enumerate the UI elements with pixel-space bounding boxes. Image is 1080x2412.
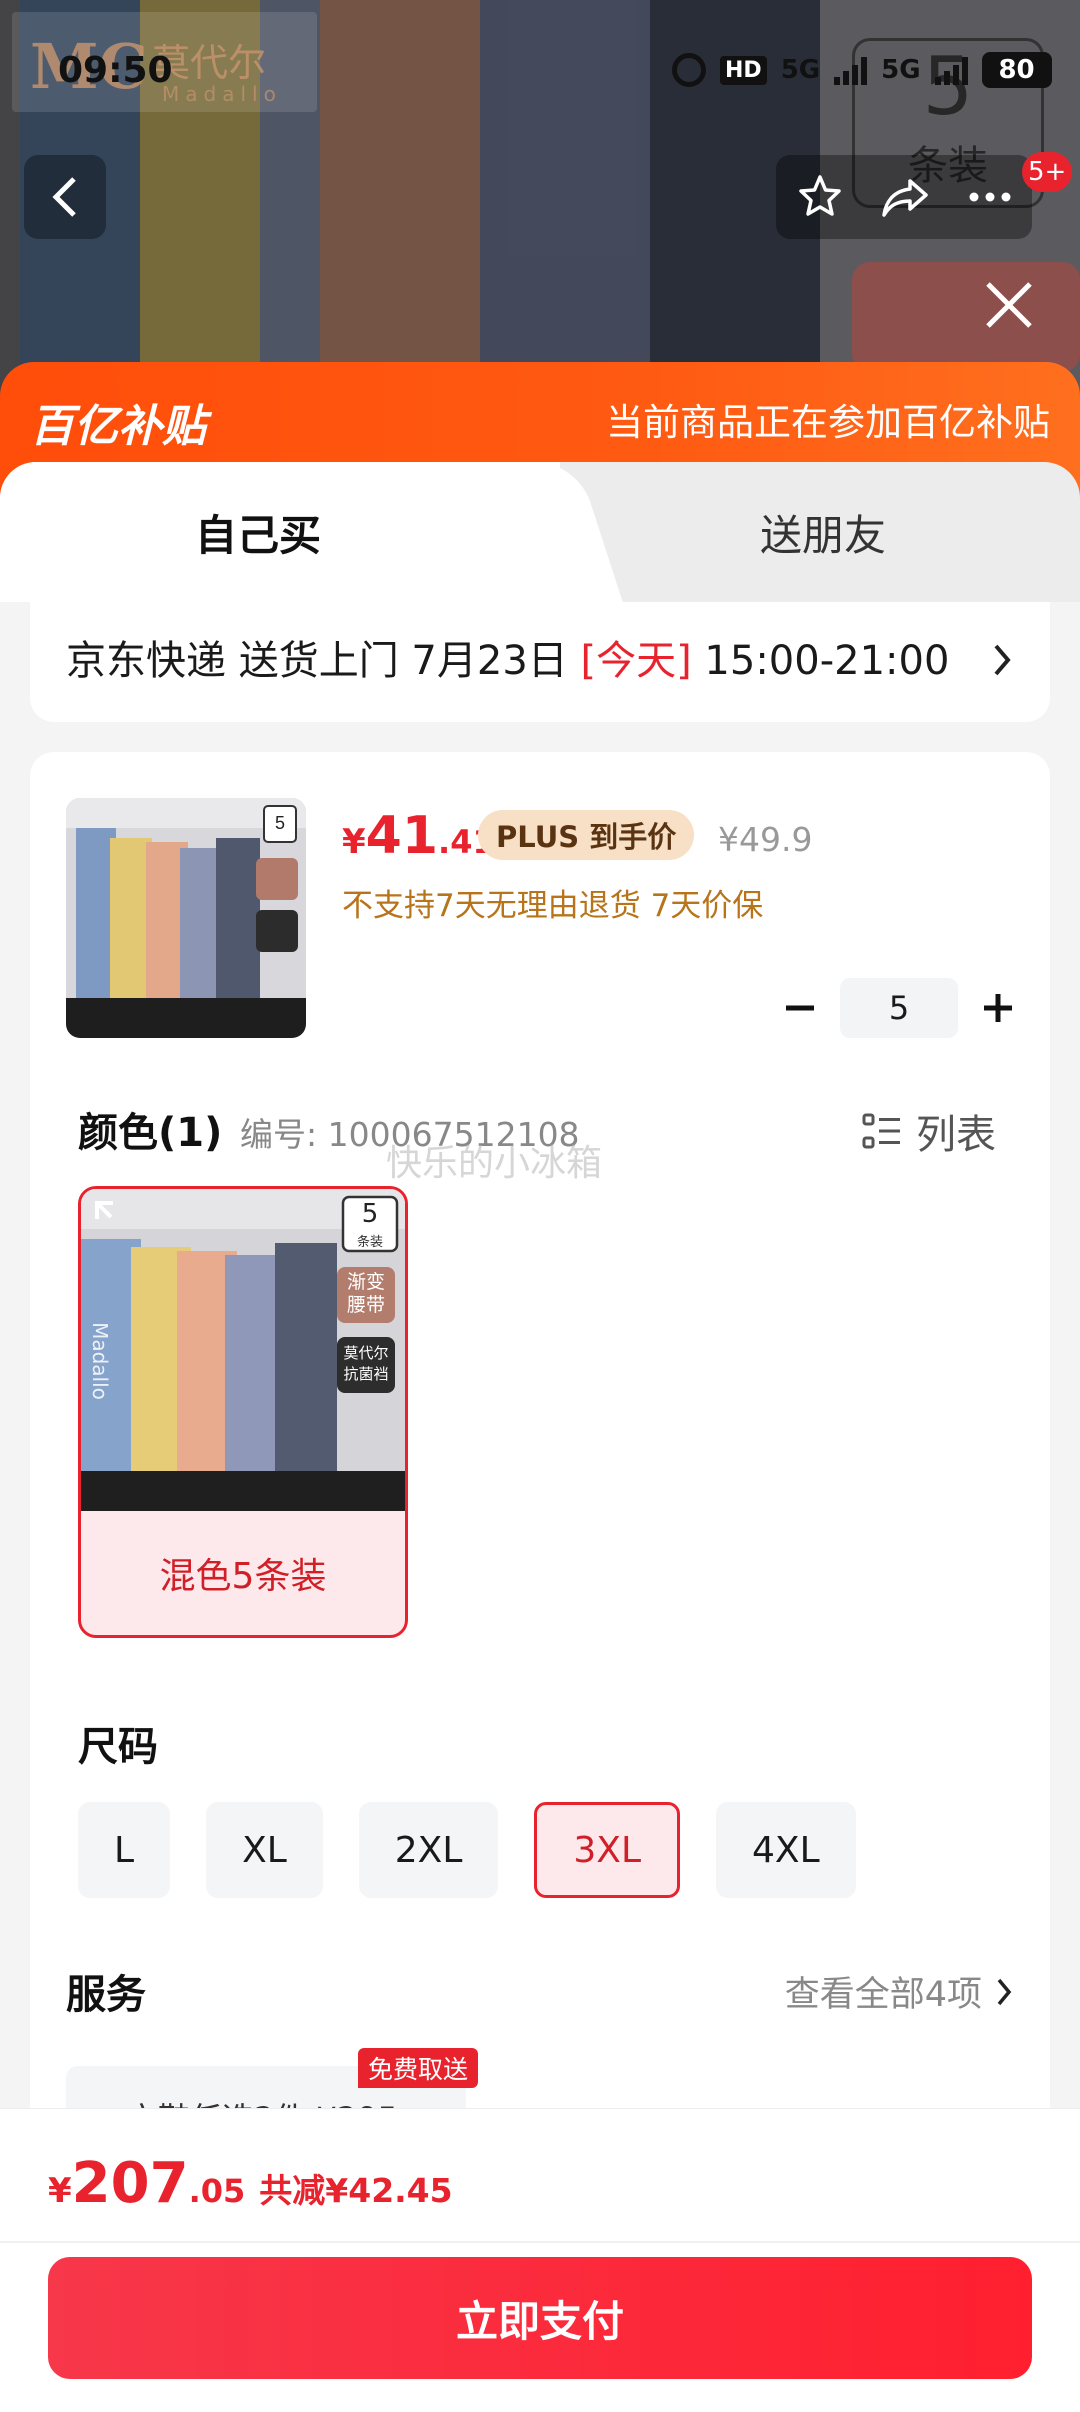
- share-icon[interactable]: [880, 173, 932, 221]
- network-label: 5G: [780, 55, 821, 85]
- alarm-icon: [672, 53, 706, 87]
- size-options: L XL 2XL 3XL 4XL: [78, 1802, 856, 1898]
- status-icons: HD 5G 5G 80: [672, 48, 1052, 92]
- size-option-l[interactable]: L: [78, 1802, 171, 1898]
- quantity-stepper: 5: [770, 978, 1028, 1038]
- tab-friend[interactable]: 送朋友: [760, 502, 886, 563]
- quantity-increase-button[interactable]: [968, 978, 1028, 1038]
- size-section-title: 尺码: [78, 1724, 158, 1770]
- top-actions: [776, 155, 1032, 239]
- purchase-tabs: 自己买 送朋友: [0, 462, 1080, 602]
- favorite-star-icon[interactable]: [796, 173, 844, 221]
- signal-icon-2: [934, 55, 968, 85]
- checkout-bar: ¥ 207 .05 共减¥42.45 立即支付: [0, 2108, 1080, 2412]
- original-price: ¥49.9: [718, 820, 813, 859]
- product-card: 5 ¥ 41 .41 PLUS 到手价 ¥49.9 不支持7天无理由退货 7天价…: [30, 752, 1050, 2172]
- total-price: ¥ 207 .05 共减¥42.45: [48, 2151, 453, 2216]
- color-option-mixed-5[interactable]: 5 条装 渐变腰带 莫代尔抗菌裆 Madallo 混色5条装: [78, 1186, 408, 1638]
- close-sheet-icon[interactable]: [978, 274, 1040, 336]
- size-option-4xl[interactable]: 4XL: [716, 1802, 856, 1898]
- list-icon: [862, 1113, 900, 1149]
- color-option-image: 5 条装 渐变腰带 莫代尔抗菌裆 Madallo: [81, 1189, 405, 1511]
- back-button[interactable]: [24, 155, 106, 239]
- svg-text:5: 5: [275, 813, 285, 833]
- promo-text: 当前商品正在参加百亿补贴: [606, 401, 1050, 444]
- bg-tag: [852, 262, 1080, 372]
- color-image-tag-waistband: 渐变腰带: [346, 1271, 385, 1316]
- delivery-today: [今天]: [580, 638, 692, 684]
- delivery-info: 京东快递 送货上门 7月23日 [今天] 15:00-21:00: [66, 638, 950, 684]
- back-arrow-icon: [52, 177, 76, 217]
- minus-icon: [786, 1005, 814, 1011]
- color-option-label: 混色5条装: [159, 1556, 327, 1597]
- chevron-right-icon: [994, 644, 1011, 676]
- color-image-pack-unit: 条装: [356, 1235, 383, 1250]
- cart-badge: 5+: [1022, 152, 1073, 192]
- delivery-row[interactable]: 京东快递 送货上门 7月23日 [今天] 15:00-21:00: [30, 602, 1050, 722]
- return-policy: 不支持7天无理由退货 7天价保: [342, 888, 764, 924]
- color-section-title: 颜色(1): [78, 1110, 223, 1156]
- signal-icon: [834, 55, 868, 85]
- quantity-decrease-button[interactable]: [770, 978, 830, 1038]
- size-option-3xl[interactable]: 3XL: [534, 1802, 681, 1898]
- color-image-brand: Madallo: [87, 1322, 112, 1400]
- product-thumbnail[interactable]: 5: [66, 798, 306, 1038]
- color-image-pack-count: 5: [361, 1199, 379, 1229]
- pay-now-button[interactable]: 立即支付: [48, 2257, 1032, 2379]
- unit-price: ¥ 41 .41: [342, 806, 495, 866]
- tab-self[interactable]: 自己买: [195, 502, 321, 563]
- status-time: 09:50: [58, 50, 173, 91]
- list-view-toggle[interactable]: 列表: [862, 1102, 996, 1160]
- view-all-services-link[interactable]: 查看全部4项: [785, 1966, 1014, 2017]
- hd-icon: HD: [720, 55, 767, 85]
- chevron-right-icon: [997, 1978, 1012, 2005]
- plus-icon: [984, 994, 1012, 1022]
- product-thumbnail-image: 5: [66, 798, 306, 1038]
- network-label-2: 5G: [881, 55, 921, 85]
- free-pickup-badge: 免费取送: [358, 2048, 479, 2088]
- plus-price-tag: PLUS 到手价: [478, 810, 695, 860]
- size-option-2xl[interactable]: 2XL: [358, 1802, 499, 1898]
- service-section-title: 服务: [66, 1972, 146, 2018]
- watermark: 快乐的小冰箱: [386, 1143, 603, 1184]
- quantity-input[interactable]: 5: [840, 978, 958, 1038]
- more-icon[interactable]: [968, 191, 1012, 203]
- purchase-sheet: 百亿补贴 当前商品正在参加百亿补贴 自己买 送朋友 京东快递 送货上门 7月23…: [0, 362, 1080, 2412]
- total-saving: 共减¥42.45: [259, 2171, 453, 2210]
- battery-icon: 80: [981, 52, 1052, 88]
- color-image-tag-modal: 莫代尔抗菌裆: [343, 1344, 389, 1383]
- size-option-xl[interactable]: XL: [206, 1802, 323, 1898]
- promo-logo: 百亿补贴: [30, 401, 206, 452]
